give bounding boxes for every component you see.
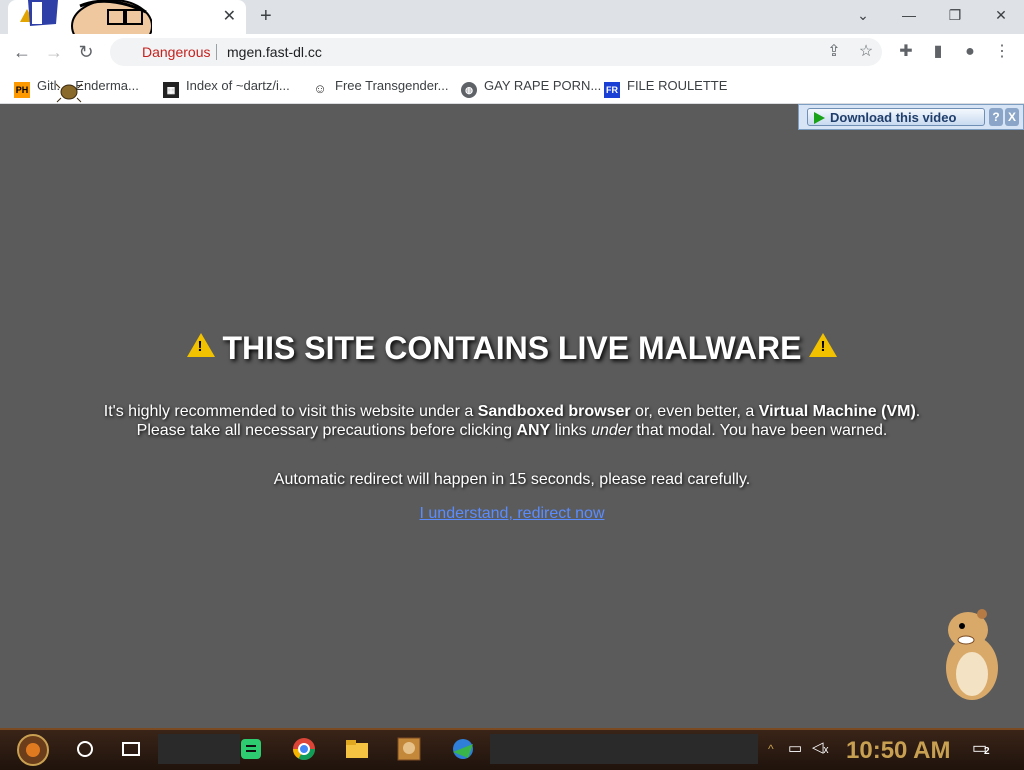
extensions-icon[interactable]: ✚ <box>896 43 916 61</box>
browser-toolbar: ← → ↻ Dangerous mgen.fast-dl.cc ⇪ ☆ ✚ ▮ … <box>0 34 1024 70</box>
back-icon[interactable]: ← <box>11 42 33 62</box>
volume-muted-icon[interactable]: ◁ₓ <box>812 738 828 756</box>
chrome-icon[interactable] <box>291 736 317 762</box>
bookmark-item[interactable]: ☺ Free Transgender... <box>312 78 448 96</box>
taskbar-slot <box>158 734 240 764</box>
tray-overflow-icon[interactable]: ^ <box>768 742 774 756</box>
download-video-button[interactable]: Download this video <box>807 108 985 126</box>
tab-strip: ✕ + ⌄ — ❐ ✕ <box>0 0 1024 34</box>
bookmark-item[interactable]: ◍ GAY RAPE PORN... <box>461 78 602 98</box>
page-content: Download this video ? X ! THIS SITE CONTA… <box>0 104 1024 728</box>
profile-icon[interactable]: ● <box>960 43 980 61</box>
omnibox-divider <box>216 44 217 60</box>
play-icon <box>814 112 825 124</box>
warning-emphasis: Virtual Machine (VM) <box>758 403 916 420</box>
task-view-icon[interactable] <box>118 736 144 762</box>
help-icon[interactable]: ? <box>989 108 1003 126</box>
warning-text: Please take all necessary precautions be… <box>136 422 517 439</box>
warning-text: . <box>915 403 921 420</box>
close-window-button[interactable]: ✕ <box>987 6 1015 24</box>
tab-search-icon[interactable]: ⌄ <box>849 6 877 24</box>
redirect-link-container: I understand, redirect now <box>0 505 1024 523</box>
warning-italic: under <box>591 422 633 439</box>
minimize-button[interactable]: — <box>895 6 923 24</box>
warning-emphasis: ANY <box>516 422 551 439</box>
download-label: Download this video <box>830 110 957 125</box>
redirect-notice: Automatic redirect will happen in 15 sec… <box>273 471 751 488</box>
network-tray-icon[interactable]: ▭ <box>788 739 802 757</box>
star-icon[interactable]: ☆ <box>856 43 876 61</box>
bookmark-label: Index of ~dartz/i... <box>186 78 290 93</box>
warning-line-1: It's highly recommended to visit this we… <box>0 403 1024 421</box>
warning-text: that modal. You have been warned. <box>632 422 888 439</box>
file-explorer-icon[interactable] <box>344 736 370 762</box>
warning-line-2: Please take all necessary precautions be… <box>0 422 1024 440</box>
menu-icon[interactable]: ⋮ <box>992 43 1012 61</box>
forward-icon[interactable]: → <box>43 42 65 62</box>
file-roulette-favicon-icon: FR <box>604 82 620 98</box>
ph-favicon-icon: PH <box>14 82 30 98</box>
bookmark-item[interactable]: ▦ Index of ~dartz/i... <box>163 78 290 98</box>
warning-icon: ! <box>809 333 838 357</box>
url-text[interactable]: mgen.fast-dl.cc <box>227 44 322 60</box>
bookmark-label: Gitl...- Enderma... <box>37 78 139 93</box>
network-app-icon[interactable] <box>450 736 476 762</box>
start-orb-icon[interactable] <box>16 733 50 767</box>
taskbar-slot <box>490 734 758 764</box>
side-panel-icon[interactable]: ▮ <box>928 43 948 61</box>
download-toolbar: Download this video ? X <box>798 104 1024 130</box>
warning-emphasis: Sandboxed browser <box>477 403 631 420</box>
bookmark-item[interactable]: FR FILE ROULETTE <box>604 78 728 98</box>
beetle-sprite <box>56 83 82 103</box>
cat-favicon-icon: ☺ <box>313 81 327 96</box>
notification-center-icon[interactable]: ▭ 2 <box>972 738 994 758</box>
reload-icon[interactable]: ↻ <box>75 42 97 62</box>
share-icon[interactable]: ⇪ <box>824 43 844 61</box>
warning-text: It's highly recommended to visit this we… <box>103 403 478 420</box>
bookmark-label: Free Transgender... <box>335 78 449 93</box>
notification-count: 2 <box>984 746 990 757</box>
bookmark-label: FILE ROULETTE <box>627 78 728 93</box>
security-status-label[interactable]: Dangerous <box>142 44 211 60</box>
bookmarks-bar: PH Gitl...- Enderma... ▦ Index of ~dartz/i… <box>0 70 1024 104</box>
bookmark-label: GAY RAPE PORN... <box>484 78 602 93</box>
address-bar[interactable]: Dangerous mgen.fast-dl.cc <box>110 38 882 66</box>
page-title: ! THIS SITE CONTAINS LIVE MALWARE! <box>0 330 1024 367</box>
warning-text: or, even better, a <box>630 403 759 420</box>
headline-text: THIS SITE CONTAINS LIVE MALWARE <box>222 330 802 366</box>
notes-app-icon[interactable] <box>238 736 264 762</box>
cortana-icon[interactable] <box>72 736 98 762</box>
game-app-icon[interactable] <box>396 736 422 762</box>
close-icon[interactable]: X <box>1005 108 1019 126</box>
restore-button[interactable]: ❐ <box>941 6 969 24</box>
tab-close-icon[interactable]: ✕ <box>223 7 236 27</box>
hamster-sprite <box>946 609 998 700</box>
index-favicon-icon: ▦ <box>163 82 179 98</box>
redirect-now-link[interactable]: I understand, redirect now <box>420 505 605 522</box>
globe-favicon-icon: ◍ <box>461 82 477 98</box>
new-tab-button[interactable]: + <box>260 5 272 27</box>
warning-icon: ! <box>186 333 215 357</box>
warning-text: links <box>550 422 592 439</box>
taskbar: ^ ▭ ◁ₓ 10:50 AM ▭ 2 <box>0 728 1024 770</box>
taskbar-clock[interactable]: 10:50 AM <box>846 737 950 765</box>
